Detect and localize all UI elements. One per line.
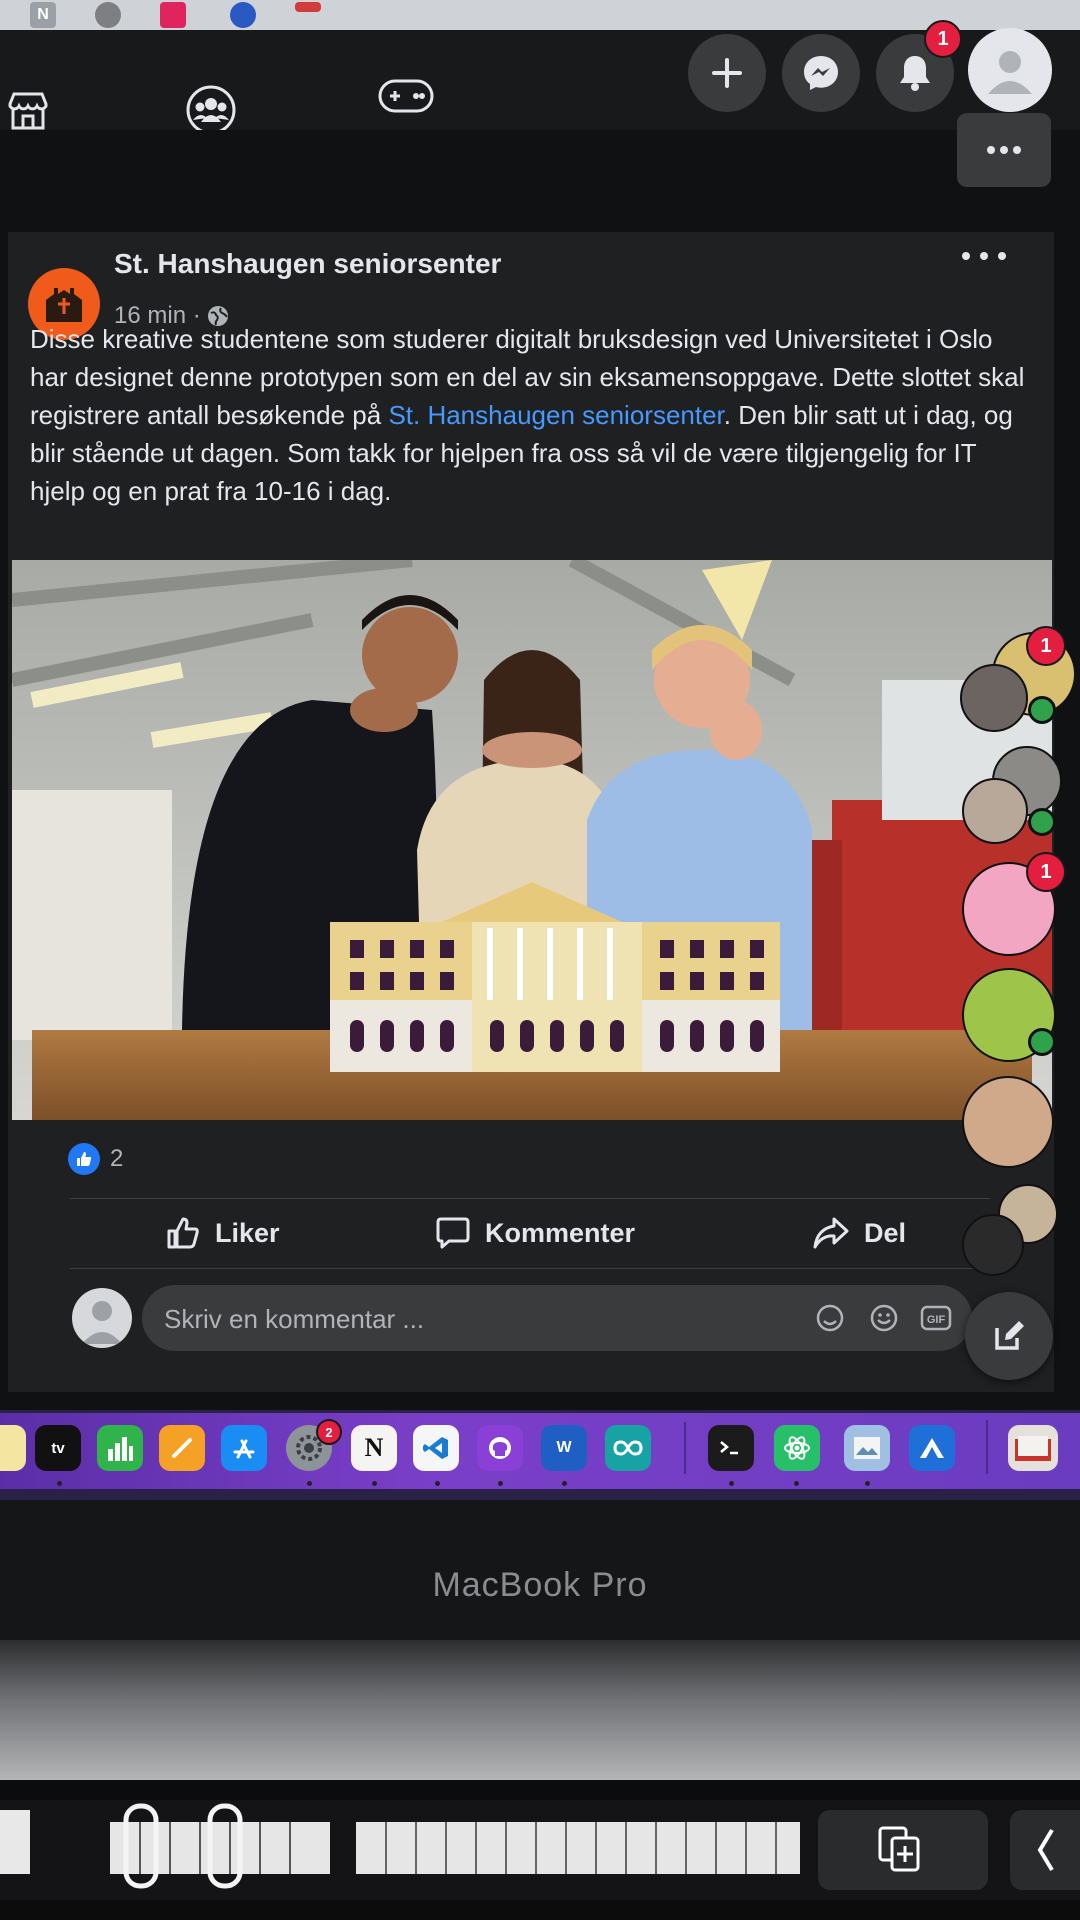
app-store-icon[interactable]	[221, 1425, 267, 1471]
running-indicator	[729, 1481, 734, 1486]
svg-text:GIF: GIF	[927, 1314, 946, 1326]
commenter-avatar[interactable]	[72, 1288, 132, 1348]
bar-chart-icon	[108, 1437, 133, 1461]
create-button[interactable]	[688, 34, 766, 112]
plus-icon	[712, 58, 742, 88]
more-dot-icon	[962, 252, 970, 260]
contact-avatar[interactable]	[962, 1076, 1054, 1168]
macbook-pro-label: MacBook Pro	[432, 1566, 648, 1604]
reaction-count: 2	[110, 1145, 124, 1172]
online-status-indicator	[1028, 1028, 1056, 1056]
notion-tab-favicon[interactable]: N	[30, 2, 56, 28]
terminal-app-icon[interactable]	[708, 1425, 754, 1471]
code-icon	[423, 1437, 448, 1459]
notion-app-icon[interactable]: N	[351, 1425, 397, 1471]
more-dots-icon	[987, 146, 1021, 154]
more-options-button[interactable]	[957, 113, 1051, 187]
divider	[70, 1198, 990, 1199]
running-indicator	[865, 1481, 870, 1486]
file-stack-icon	[1015, 1436, 1051, 1461]
contact-unread-badge: 1	[1026, 626, 1066, 666]
running-indicator	[57, 1481, 62, 1486]
share-arrow-icon	[813, 1217, 849, 1249]
running-indicator	[372, 1481, 377, 1486]
contact-avatar[interactable]	[960, 664, 1028, 732]
share-button[interactable]: Del	[812, 1206, 906, 1260]
messenger-icon	[804, 56, 838, 90]
preview-app-icon[interactable]	[844, 1425, 890, 1471]
post-more-button[interactable]	[962, 246, 1006, 266]
running-indicator	[562, 1481, 567, 1486]
downloads-stack-icon[interactable]	[1008, 1425, 1058, 1471]
browser-tab-strip: N	[0, 0, 1080, 30]
like-button[interactable]: Liker	[165, 1206, 280, 1260]
bell-icon	[900, 56, 930, 91]
reaction-summary[interactable]: 2	[68, 1143, 123, 1175]
settings-badge: 2	[316, 1419, 342, 1445]
numbers-app-icon[interactable]	[97, 1425, 143, 1471]
avatar-sticker-icon[interactable]	[814, 1302, 846, 1334]
running-indicator	[307, 1481, 312, 1486]
atom-app-icon[interactable]	[774, 1425, 820, 1471]
online-status-indicator	[1028, 696, 1056, 724]
arduino-ide-app-icon[interactable]	[605, 1425, 651, 1471]
vscode-app-icon[interactable]	[413, 1425, 459, 1471]
notes-app-icon[interactable]	[0, 1425, 26, 1471]
comment-button[interactable]: Kommenter	[435, 1206, 635, 1260]
running-indicator	[794, 1481, 799, 1486]
mountain-icon	[920, 1438, 944, 1458]
gaming-icon[interactable]	[378, 68, 434, 124]
infinity-icon	[613, 1440, 643, 1456]
tab-favicon[interactable]	[295, 2, 321, 12]
atom-icon	[784, 1436, 810, 1460]
church-logo-icon	[46, 288, 82, 322]
tab-favicon[interactable]	[95, 2, 121, 28]
github-desktop-app-icon[interactable]	[477, 1425, 523, 1471]
new-message-button[interactable]	[965, 1292, 1053, 1380]
like-reaction-icon	[68, 1143, 100, 1175]
page-mention-link[interactable]: St. Hanshaugen seniorsenter	[388, 400, 723, 430]
touch-bar-thumbnails	[0, 1803, 1080, 1890]
gif-icon[interactable]: GIF	[920, 1302, 952, 1334]
compose-icon	[995, 1321, 1024, 1350]
profile-avatar[interactable]	[968, 28, 1052, 112]
terminal-prompt-icon	[720, 1441, 738, 1455]
laptop-chassis	[0, 1640, 1080, 1780]
contact-avatar[interactable]	[962, 1214, 1024, 1276]
pages-app-icon[interactable]	[159, 1425, 205, 1471]
emoji-icon[interactable]	[868, 1302, 900, 1334]
octocat-icon	[489, 1437, 511, 1459]
photo-students-with-castle-model	[12, 560, 1052, 1120]
user-silhouette-icon	[82, 1301, 122, 1344]
nordvpn-app-icon[interactable]	[909, 1425, 955, 1471]
app-store-a-icon	[233, 1439, 255, 1459]
tab-favicon[interactable]	[230, 2, 256, 28]
dock-separator	[986, 1420, 988, 1474]
pen-icon	[172, 1438, 192, 1458]
thumbs-up-icon	[167, 1217, 199, 1249]
post-photo[interactable]	[12, 560, 1052, 1120]
divider	[70, 1268, 990, 1269]
messenger-button[interactable]	[782, 34, 860, 112]
apple-tv-app-icon[interactable]: tv	[35, 1425, 81, 1471]
running-indicator	[435, 1481, 440, 1486]
dock-separator	[684, 1422, 686, 1474]
contact-unread-badge: 1	[1026, 852, 1066, 892]
user-silhouette-icon	[988, 51, 1032, 94]
contact-avatar[interactable]	[962, 778, 1028, 844]
touch-bar	[0, 1800, 1080, 1900]
facebook-top-bar: 1	[0, 20, 1080, 135]
music-tab-favicon[interactable]	[160, 2, 186, 28]
running-indicator	[498, 1481, 503, 1486]
comment-input[interactable]	[162, 1285, 726, 1353]
microsoft-word-app-icon[interactable]: W	[541, 1425, 587, 1471]
comment-bubble-icon	[436, 1217, 470, 1249]
online-status-indicator	[1028, 808, 1056, 836]
post-text: Disse kreative studentene som studerer d…	[30, 324, 1025, 506]
photo-stack-icon	[854, 1437, 880, 1459]
page-name[interactable]: St. Hanshaugen seniorsenter	[114, 248, 501, 280]
notifications-count-badge: 1	[924, 20, 962, 58]
comment-box: GIF	[142, 1285, 972, 1353]
